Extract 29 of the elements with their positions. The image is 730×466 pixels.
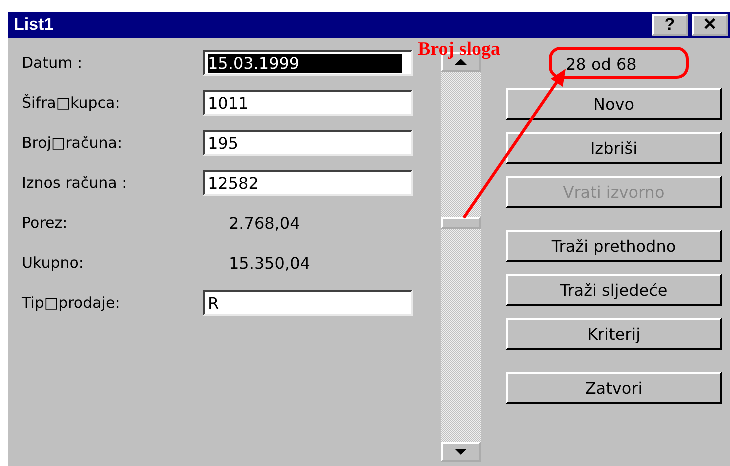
field-label: Ukupno: bbox=[22, 254, 85, 272]
record-counter: 28 od 68 bbox=[566, 55, 637, 76]
scroll-thumb[interactable] bbox=[441, 217, 481, 229]
up-arrow-icon bbox=[454, 58, 468, 66]
input-field[interactable]: R bbox=[203, 290, 413, 316]
dialog-button[interactable]: Traži prethodno bbox=[506, 230, 722, 262]
help-button[interactable]: ? bbox=[652, 14, 688, 36]
input-field[interactable]: 15.03.1999 bbox=[203, 50, 413, 76]
dialog-button[interactable]: Izbriši bbox=[506, 132, 722, 164]
field-label: Tip□prodaje: bbox=[22, 294, 122, 312]
field-label: Iznos računa : bbox=[22, 174, 128, 192]
dialog-button[interactable]: Zatvori bbox=[506, 372, 722, 404]
annotation-label: Broj sloga bbox=[418, 39, 501, 61]
window-title: List1 bbox=[14, 15, 54, 35]
field-label: Šifra□kupca: bbox=[22, 94, 122, 112]
input-field[interactable]: 195 bbox=[203, 130, 413, 156]
scroll-down-button[interactable] bbox=[441, 442, 481, 462]
input-field[interactable]: 12582 bbox=[203, 170, 413, 196]
dialog-button[interactable]: Novo bbox=[506, 88, 722, 120]
field-label: Porez: bbox=[22, 214, 69, 232]
dialog-button[interactable]: Traži sljedeće bbox=[506, 274, 722, 306]
field-label: Broj□računa: bbox=[22, 134, 124, 152]
field-label: Datum : bbox=[22, 54, 84, 72]
computed-value: 15.350,04 bbox=[228, 254, 310, 272]
down-arrow-icon bbox=[454, 448, 468, 456]
dialog-button[interactable]: Kriterij bbox=[506, 318, 722, 350]
input-field[interactable]: 1011 bbox=[203, 90, 413, 116]
close-button[interactable]: ✕ bbox=[692, 14, 728, 36]
computed-value: 2.768,04 bbox=[228, 214, 300, 232]
